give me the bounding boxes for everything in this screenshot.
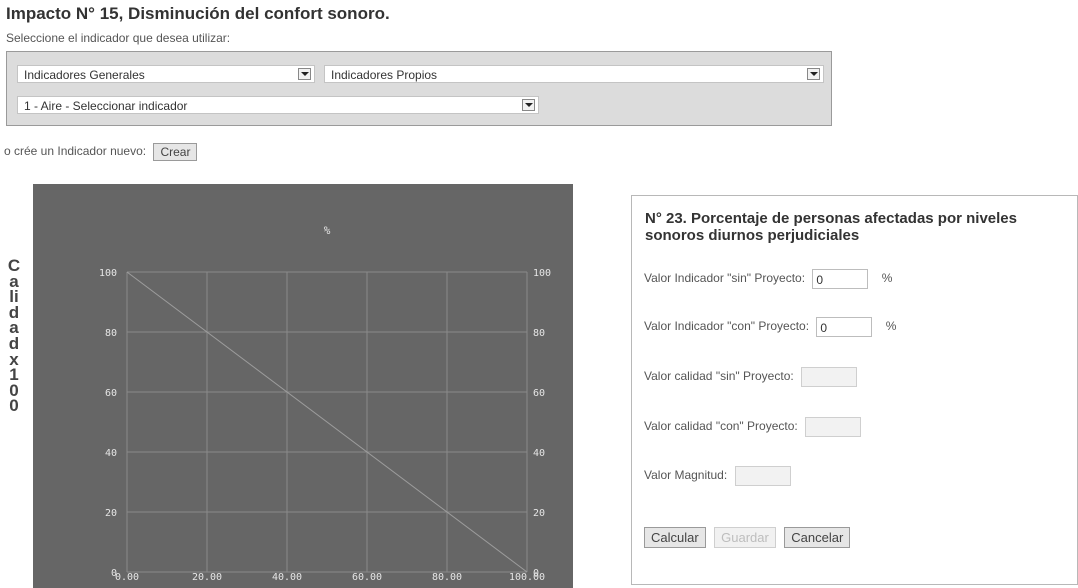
y-tick-label-right: 20 (533, 508, 545, 519)
sin-proyecto-row: Valor Indicador "sin" Proyecto: 0 % (644, 269, 892, 289)
y-tick-label-left: 100 (99, 268, 117, 279)
air-indicator-select[interactable]: 1 - Aire - Seleccionar indicador (17, 96, 539, 114)
general-indicators-value: Indicadores Generales (24, 68, 145, 82)
select-instruction: Seleccione el indicador que desea utiliz… (6, 31, 231, 45)
magnitud-label: Valor Magnitud: (644, 468, 728, 483)
calidad-con-row: Valor calidad "con" Proyecto: (644, 417, 862, 437)
calidad-sin-row: Valor calidad "sin" Proyecto: (644, 367, 858, 387)
air-indicator-value: 1 - Aire - Seleccionar indicador (24, 99, 188, 113)
chart-y-axis-label: Calidadx100 (7, 256, 21, 416)
x-tick-label: 80.00 (432, 572, 462, 583)
x-tick-label: 0.00 (115, 572, 139, 583)
calidad-sin-label: Valor calidad "sin" Proyecto: (644, 369, 794, 384)
page-title: Impacto N° 15, Disminución del confort s… (6, 4, 390, 23)
con-proyecto-row: Valor Indicador "con" Proyecto: 0 % (644, 317, 896, 337)
indicator-title: N° 23. Porcentaje de personas afectadas … (645, 210, 1017, 244)
calidad-con-field (805, 417, 862, 437)
general-indicators-select[interactable]: Indicadores Generales (17, 65, 315, 83)
create-indicator-row: o crée un Indicador nuevo: Crear (4, 143, 198, 161)
create-indicator-label: o crée un Indicador nuevo: (4, 144, 147, 159)
chevron-down-icon[interactable] (298, 68, 311, 80)
con-proyecto-input[interactable]: 0 (816, 317, 873, 337)
series-line (126, 271, 528, 573)
magnitud-row: Valor Magnitud: (644, 466, 791, 486)
y-tick-label-right: 80 (533, 328, 545, 339)
own-indicators-select[interactable]: Indicadores Propios (324, 65, 824, 83)
magnitud-field (734, 466, 791, 486)
x-tick-label: 100.00 (509, 572, 545, 583)
x-tick-label: 20.00 (192, 572, 222, 583)
own-indicators-value: Indicadores Propios (331, 68, 438, 82)
chevron-down-icon[interactable] (522, 99, 535, 111)
sin-proyecto-unit: % (881, 271, 893, 286)
cancel-button[interactable]: Cancelar (784, 527, 851, 548)
y-tick-label-left: 80 (105, 328, 117, 339)
x-tick-label: 60.00 (352, 572, 382, 583)
calidad-con-label: Valor calidad "con" Proyecto: (644, 419, 798, 434)
con-proyecto-unit: % (885, 319, 897, 334)
create-button[interactable]: Crear (153, 143, 198, 161)
y-tick-label-left: 40 (105, 448, 117, 459)
y-tick-label-right: 100 (533, 268, 551, 279)
calculate-button[interactable]: Calcular (644, 527, 706, 548)
calidad-sin-field (801, 367, 858, 387)
y-tick-label-left: 60 (105, 388, 117, 399)
y-tick-label-right: 40 (533, 448, 545, 459)
sin-proyecto-input[interactable]: 0 (812, 269, 869, 289)
y-tick-label-left: 20 (105, 508, 117, 519)
con-proyecto-label: Valor Indicador "con" Proyecto: (644, 319, 810, 334)
save-button[interactable]: Guardar (714, 527, 776, 548)
indicator-selector-panel: Indicadores Generales Indicadores Propio… (6, 51, 832, 126)
quality-chart: % 0 0 20 20 40 40 60 60 80 80 100 100 0.00 20.00 40.00 6… (33, 184, 573, 588)
y-tick-label-right: 60 (533, 388, 545, 399)
indicator-form-panel: N° 23. Porcentaje de personas afectadas … (631, 195, 1078, 585)
quality-chart-svg: %0 020 2040 4060 6080 80100 1000.00 20.00 40.00 6… (99, 224, 551, 583)
form-actions: Calcular Guardar Cancelar (644, 527, 854, 548)
chart-title: % (324, 224, 331, 237)
sin-proyecto-label: Valor Indicador "sin" Proyecto: (644, 271, 806, 286)
x-tick-label: 40.00 (272, 572, 302, 583)
chevron-down-icon[interactable] (807, 68, 820, 80)
